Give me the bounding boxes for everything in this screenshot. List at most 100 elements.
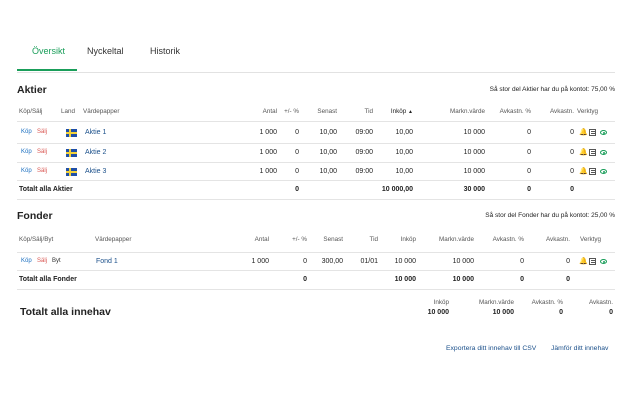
summary-header-avkastn-pct: Avkastn. %	[531, 299, 563, 306]
header-change[interactable]: +/- %	[292, 236, 307, 243]
divider	[17, 252, 615, 253]
total-change: 0	[295, 186, 299, 193]
avkastn-value: 0	[570, 129, 574, 136]
avkastn-value: 0	[570, 149, 574, 156]
marknvarde-value: 10 000	[463, 149, 485, 156]
bell-icon[interactable]: 🔔	[579, 129, 588, 136]
news-icon[interactable]	[589, 168, 596, 175]
total-avkastn: 0	[570, 186, 574, 193]
header-verktyg: Verktyg	[580, 236, 601, 243]
divider	[17, 121, 615, 122]
total-label: Totalt alla Aktier	[19, 186, 73, 193]
export-csv-link[interactable]: Exportera ditt innehav till CSV	[446, 345, 536, 352]
buy-link[interactable]: Köp	[21, 129, 32, 135]
aktier-share-info: Så stor del Aktier har du på kontot: 75,…	[489, 86, 615, 93]
header-avkastn-pct[interactable]: Avkastn. %	[493, 236, 524, 243]
header-senast[interactable]: Senast	[323, 236, 343, 243]
total-inkop: 10 000,00	[381, 186, 413, 193]
total-change: 0	[303, 276, 307, 283]
header-verktyg: Verktyg	[577, 108, 598, 115]
buy-link[interactable]: Köp	[21, 258, 32, 264]
header-inkop[interactable]: Inköp	[401, 236, 416, 243]
total-avkastn-pct: 0	[527, 186, 531, 193]
inkop-value: 10,00	[395, 129, 413, 136]
sell-link[interactable]: Sälj	[37, 149, 47, 155]
change-value: 0	[295, 129, 299, 136]
senast-value: 10,00	[319, 129, 337, 136]
avkastn-pct-value: 0	[520, 258, 524, 265]
header-land: Land	[61, 108, 76, 115]
compare-holdings-link[interactable]: Jämför ditt innehav	[551, 345, 608, 352]
header-marknvarde[interactable]: Markn.värde	[450, 108, 485, 115]
divider	[17, 180, 615, 181]
header-change[interactable]: +/- %	[284, 108, 299, 115]
marknvarde-value: 10 000	[463, 129, 485, 136]
avkastn-pct-value: 0	[527, 168, 531, 175]
security-name-link[interactable]: Fond 1	[96, 258, 118, 265]
antal-value: 1 000	[259, 149, 277, 156]
sort-asc-icon: ▲	[408, 109, 413, 115]
antal-value: 1 000	[259, 129, 277, 136]
sell-link[interactable]: Sälj	[37, 258, 47, 264]
change-value: 0	[295, 149, 299, 156]
bell-active-icon[interactable]: 🔔	[579, 149, 588, 156]
security-name-link[interactable]: Aktie 2	[85, 149, 106, 156]
header-marknvarde[interactable]: Markn.värde	[439, 236, 474, 243]
header-inkop[interactable]: Inköp ▲	[391, 108, 413, 115]
header-antal[interactable]: Antal	[255, 236, 269, 243]
summary-title: Totalt alla innehav	[20, 306, 111, 318]
senast-value: 10,00	[319, 168, 337, 175]
eye-icon[interactable]	[600, 169, 607, 174]
tab-oversikt[interactable]: Översikt	[32, 46, 65, 56]
news-icon[interactable]	[589, 129, 596, 136]
divider	[17, 199, 615, 200]
total-label: Totalt alla Fonder	[19, 276, 77, 283]
tid-value: 01/01	[360, 258, 378, 265]
avkastn-pct-value: 0	[527, 129, 531, 136]
eye-icon[interactable]	[600, 259, 607, 264]
tab-historik[interactable]: Historik	[150, 46, 180, 56]
buy-link[interactable]: Köp	[21, 168, 32, 174]
header-senast[interactable]: Senast	[317, 108, 337, 115]
sell-link[interactable]: Sälj	[37, 129, 47, 135]
fonder-share-info: Så stor del Fonder har du på kontot: 25,…	[485, 212, 615, 219]
header-tid[interactable]: Tid	[369, 236, 378, 243]
swap-link[interactable]: Byt	[52, 258, 61, 264]
summary-header-marknvarde: Markn.värde	[479, 299, 514, 306]
inkop-value: 10 000	[394, 258, 416, 265]
sweden-flag-icon	[66, 149, 77, 157]
change-value: 0	[295, 168, 299, 175]
header-vardepapper[interactable]: Värdepapper	[95, 236, 131, 243]
header-avkastn[interactable]: Avkastn.	[546, 236, 570, 243]
total-inkop: 10 000	[394, 276, 416, 283]
inkop-value: 10,00	[395, 168, 413, 175]
bell-icon[interactable]: 🔔	[579, 258, 588, 265]
tab-bar: Översikt Nyckeltal Historik	[17, 0, 615, 73]
eye-icon[interactable]	[600, 150, 607, 155]
marknvarde-value: 10 000	[452, 258, 474, 265]
header-vardepapper[interactable]: Värdepapper	[83, 108, 119, 115]
avkastn-value: 0	[566, 258, 570, 265]
summary-header-inkop: Inköp	[433, 299, 449, 306]
divider	[17, 270, 615, 271]
tab-nyckeltal[interactable]: Nyckeltal	[87, 46, 124, 56]
tid-value: 09:00	[355, 149, 373, 156]
buy-link[interactable]: Köp	[21, 149, 32, 155]
news-icon[interactable]	[589, 258, 596, 265]
header-kop-salj: Köp/Sälj	[19, 108, 43, 115]
antal-value: 1 000	[259, 168, 277, 175]
header-avkastn-pct[interactable]: Avkastn. %	[500, 108, 531, 115]
security-name-link[interactable]: Aktie 1	[85, 129, 106, 136]
sell-link[interactable]: Sälj	[37, 168, 47, 174]
eye-icon[interactable]	[600, 130, 607, 135]
tid-value: 09:00	[355, 129, 373, 136]
security-name-link[interactable]: Aktie 3	[85, 168, 106, 175]
header-tid[interactable]: Tid	[364, 108, 373, 115]
header-antal[interactable]: Antal	[263, 108, 277, 115]
bell-icon[interactable]: 🔔	[579, 168, 588, 175]
header-avkastn[interactable]: Avkastn.	[550, 108, 574, 115]
senast-value: 300,00	[321, 258, 343, 265]
aktier-title: Aktier	[17, 84, 47, 96]
divider	[17, 162, 615, 163]
news-icon[interactable]	[589, 149, 596, 156]
